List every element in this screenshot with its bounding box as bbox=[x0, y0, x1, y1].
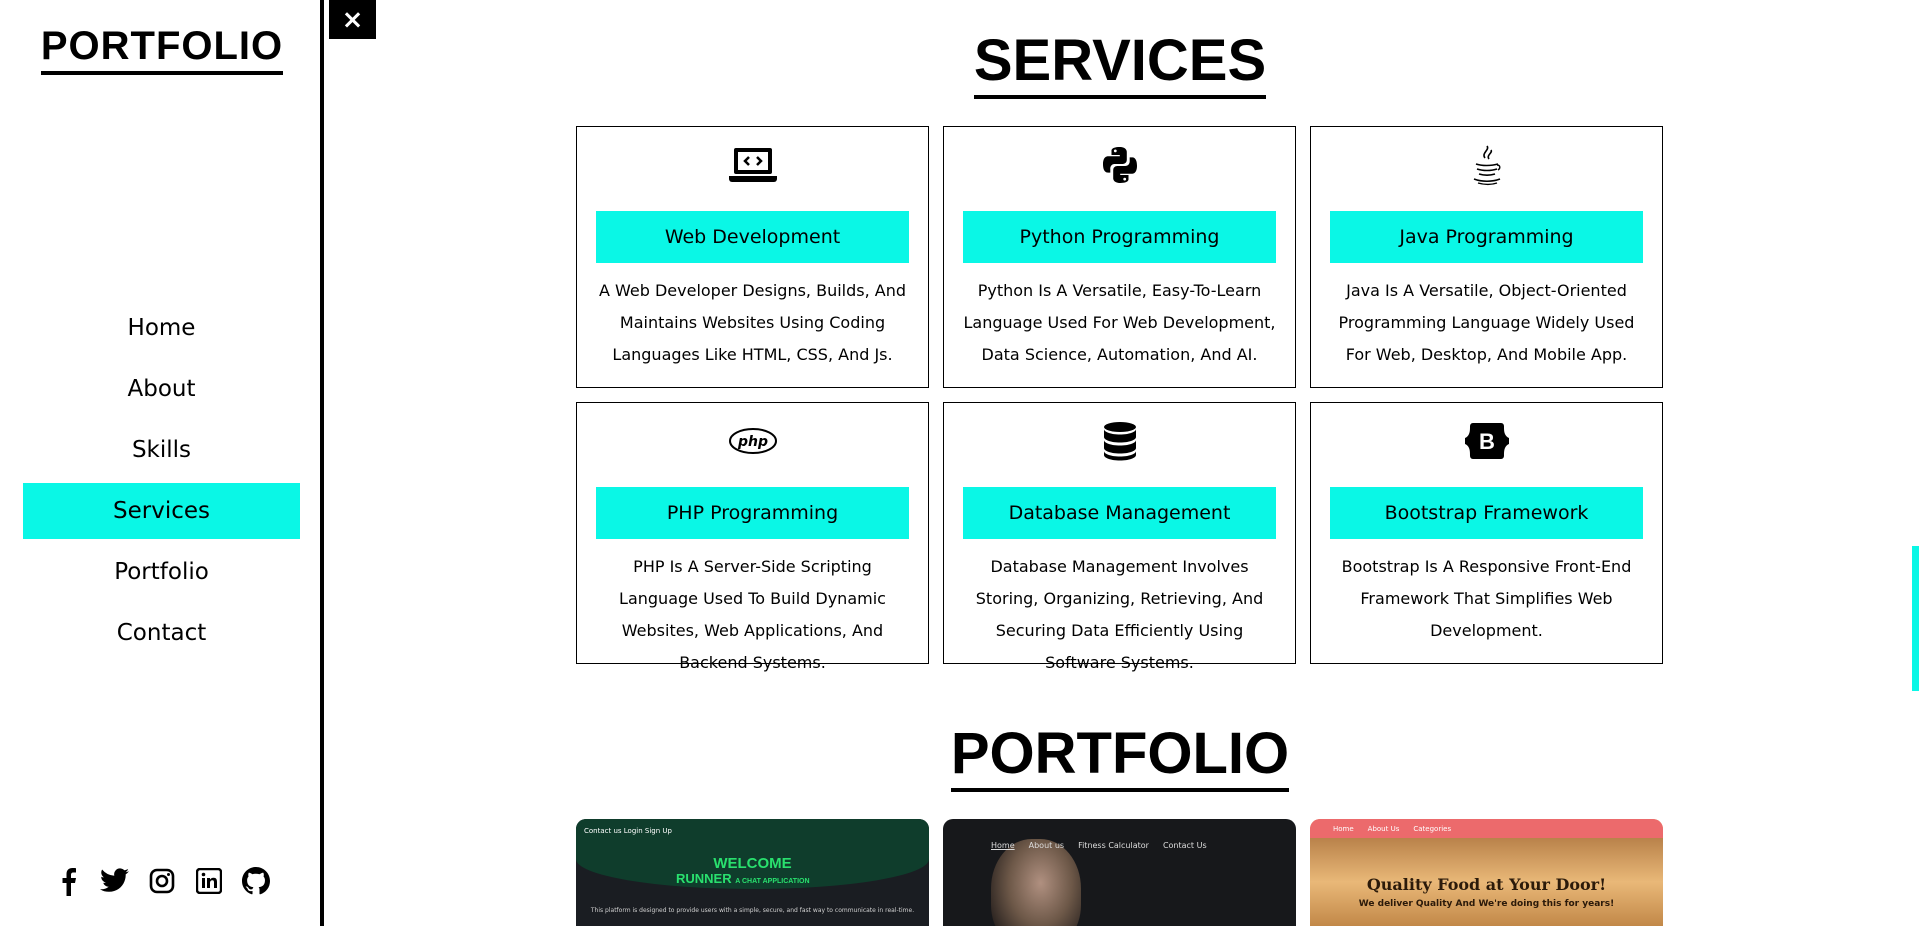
project-nav-item: Contact Us bbox=[1162, 841, 1207, 850]
github-icon[interactable] bbox=[241, 866, 271, 896]
project-subheading: RUNNER A CHAT APPLICATION bbox=[676, 871, 810, 886]
instagram-icon[interactable] bbox=[147, 866, 177, 896]
service-card-bootstrap: B Bootstrap Framework Bootstrap Is A Res… bbox=[1310, 402, 1663, 664]
service-card-python: Python Programming Python Is A Versatile… bbox=[943, 126, 1296, 388]
sidebar-nav: Home About Skills Services Portfolio Con… bbox=[23, 300, 300, 666]
service-desc: Python Is A Versatile, Easy-To-Learn Lan… bbox=[963, 281, 1276, 364]
twitter-icon[interactable] bbox=[100, 866, 130, 896]
sidebar: PORTFOLIO Home About Skills Services Por… bbox=[0, 0, 324, 926]
project-heading: WELCOME bbox=[713, 855, 792, 872]
nav-item-services[interactable]: Services bbox=[23, 483, 300, 539]
project-nav: Home About us Fitness Calculator Contact… bbox=[991, 841, 1207, 850]
project-nav-item: Home bbox=[1333, 825, 1354, 833]
scroll-indicator[interactable] bbox=[1912, 546, 1919, 691]
linkedin-icon[interactable] bbox=[194, 866, 224, 896]
project-nav-item: Fitness Calculator bbox=[1078, 841, 1149, 850]
project-nav-item: Categories bbox=[1413, 825, 1452, 833]
service-card-web: Web Development A Web Developer Designs,… bbox=[576, 126, 929, 388]
project-subheading-text: RUNNER bbox=[676, 871, 732, 886]
project-card-food[interactable]: Home About Us Categories Quality Food at… bbox=[1310, 819, 1663, 926]
project-nav-item: About Us bbox=[1367, 825, 1400, 833]
laptop-code-icon bbox=[577, 143, 928, 187]
facebook-icon[interactable] bbox=[53, 866, 83, 896]
service-card-database: Database Management Database Management … bbox=[943, 402, 1296, 672]
bootstrap-icon: B bbox=[1311, 419, 1662, 463]
social-links bbox=[0, 866, 324, 896]
portfolio-title: PORTFOLIO bbox=[950, 721, 1290, 792]
logo-text[interactable]: PORTFOLIO bbox=[40, 24, 284, 75]
project-heading: Quality Food at Your Door! bbox=[1366, 875, 1607, 894]
project-body: This platform is designed to provide use… bbox=[590, 907, 915, 914]
service-desc: PHP Is A Server-Side Scripting Language … bbox=[619, 557, 886, 672]
service-label: Web Development bbox=[596, 211, 909, 263]
nav-item-skills[interactable]: Skills bbox=[23, 422, 300, 478]
java-icon bbox=[1311, 143, 1662, 187]
svg-text:B: B bbox=[1479, 429, 1495, 454]
service-desc: Database Management Involves Storing, Or… bbox=[975, 557, 1264, 672]
service-label: Database Management bbox=[963, 487, 1276, 539]
project-hero-image bbox=[991, 839, 1081, 926]
project-nav-item: Home bbox=[991, 841, 1015, 850]
project-tagline: A CHAT APPLICATION bbox=[735, 878, 810, 885]
project-nav: Home About Us Categories bbox=[1333, 825, 1653, 833]
database-icon bbox=[944, 419, 1295, 463]
python-icon bbox=[944, 143, 1295, 187]
service-card-java: Java Programming Java Is A Versatile, Ob… bbox=[1310, 126, 1663, 388]
nav-item-about[interactable]: About bbox=[23, 361, 300, 417]
service-desc: Bootstrap Is A Responsive Front-End Fram… bbox=[1341, 557, 1632, 640]
service-card-php: php PHP Programming PHP Is A Server-Side… bbox=[576, 402, 929, 672]
portfolio-title-wrap: PORTFOLIO bbox=[330, 721, 1910, 792]
service-label: PHP Programming bbox=[596, 487, 909, 539]
service-label: Python Programming bbox=[963, 211, 1276, 263]
svg-text:php: php bbox=[736, 434, 767, 450]
project-nav: Contact us Login Sign Up bbox=[584, 827, 672, 835]
nav-item-contact[interactable]: Contact bbox=[23, 605, 300, 661]
services-title: SERVICES bbox=[973, 28, 1267, 99]
service-desc: A Web Developer Designs, Builds, And Mai… bbox=[598, 281, 907, 364]
project-card-fitness[interactable]: Home About us Fitness Calculator Contact… bbox=[943, 819, 1296, 926]
nav-item-portfolio[interactable]: Portfolio bbox=[23, 544, 300, 600]
service-label: Bootstrap Framework bbox=[1330, 487, 1643, 539]
services-grid: Web Development A Web Developer Designs,… bbox=[576, 126, 1663, 672]
services-title-wrap: SERVICES bbox=[330, 28, 1910, 99]
project-subheading: We deliver Quality And We're doing this … bbox=[1358, 899, 1615, 909]
portfolio-projects: Contact us Login Sign Up WELCOME RUNNER … bbox=[576, 819, 1663, 926]
service-label: Java Programming bbox=[1330, 211, 1643, 263]
logo[interactable]: PORTFOLIO bbox=[0, 24, 324, 75]
service-desc: Java Is A Versatile, Object-Oriented Pro… bbox=[1338, 281, 1635, 364]
php-icon: php bbox=[577, 419, 928, 463]
project-nav-item: About us bbox=[1028, 841, 1065, 850]
project-card-chat-app[interactable]: Contact us Login Sign Up WELCOME RUNNER … bbox=[576, 819, 929, 926]
nav-item-home[interactable]: Home bbox=[23, 300, 300, 356]
